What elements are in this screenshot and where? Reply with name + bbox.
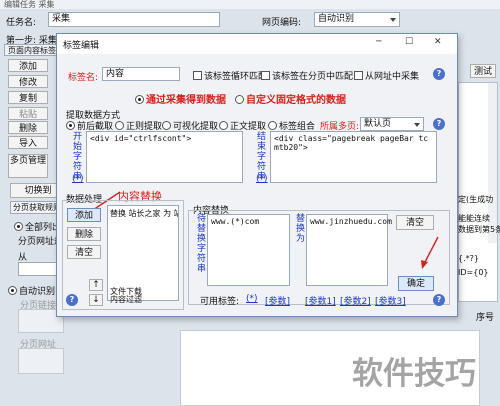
bg-titlebar xyxy=(0,0,500,9)
tag-param3[interactable]: [参数3] xyxy=(375,294,406,307)
available-tags-label: 可用标签: xyxy=(200,297,240,307)
encoding-select[interactable]: 自动识别 xyxy=(314,12,400,27)
task-name-input[interactable]: 采集 xyxy=(48,12,220,27)
side-button-paste[interactable]: 粘贴 xyxy=(8,107,48,120)
watermark: 软件技巧 xyxy=(352,356,476,392)
dp-list-item-filter[interactable]: 内容过滤 xyxy=(110,294,142,305)
dialog-titlebar xyxy=(57,34,457,54)
right-text-5: ID={0} xyxy=(458,268,489,277)
dp-list-item-1[interactable]: 替换 站长之家 为 站 xyxy=(110,208,178,219)
help-icon-4[interactable]: ? xyxy=(433,294,445,306)
move-down-button[interactable]: ↓ xyxy=(89,294,103,306)
move-up-button[interactable]: ↑ xyxy=(89,279,103,291)
col-header: 序号 xyxy=(476,313,495,323)
maximize-button[interactable]: ☐ xyxy=(405,37,413,47)
find-string-input[interactable]: www.(*)com xyxy=(207,214,290,286)
side-button-copy[interactable]: 复制 xyxy=(8,91,48,104)
dialog-title: 标签编辑 xyxy=(63,41,100,51)
arrow-annotation-right xyxy=(421,236,439,269)
start-string-input[interactable]: <div id="ctrlfscont"> xyxy=(86,131,243,183)
dp-delete-button[interactable]: 删除 xyxy=(67,227,101,241)
help-icon-2[interactable]: ? xyxy=(433,118,445,130)
end-string-input[interactable]: <div class="pagebreak pageBar tc mtb20"> xyxy=(270,131,437,183)
page-select[interactable]: 默认页 xyxy=(360,117,424,131)
mode-custom-radio[interactable]: 自定义固定格式的数据 xyxy=(235,91,346,106)
tag-name-label: 标签名: xyxy=(68,73,99,83)
ok-button[interactable]: 确定 xyxy=(398,276,434,291)
help-icon-3[interactable]: ? xyxy=(66,294,78,306)
side-button-edit[interactable]: 修改 xyxy=(8,75,48,88)
side-button-delete[interactable]: 删除 xyxy=(8,121,48,134)
test-button[interactable]: 测试 xyxy=(470,64,496,78)
checkbox-page[interactable]: 该标签在分页中匹配 xyxy=(261,69,353,82)
radio-auto[interactable]: 自动识别 xyxy=(8,284,55,297)
replace-with-label: 替换为 xyxy=(295,214,305,244)
minimize-button[interactable]: ─ xyxy=(376,37,381,47)
page-url2-box[interactable] xyxy=(18,348,64,374)
tag-wildcard[interactable]: (*) xyxy=(246,294,258,304)
close-button[interactable]: ✕ xyxy=(434,37,442,47)
dp-clear-button[interactable]: 清空 xyxy=(67,245,101,259)
tag-param2[interactable]: [参数2] xyxy=(340,294,371,307)
find-string-label: 待替换字符串 xyxy=(196,214,206,274)
task-name-label: 任务名: xyxy=(6,18,37,28)
checkbox-url[interactable]: 从网址中采集 xyxy=(354,69,419,82)
right-text-1: 定(生成功 xyxy=(458,195,494,204)
bg-window-title: 编辑任务 采集 xyxy=(4,0,55,9)
mode-collect-radio[interactable]: 通过采集得到数据 xyxy=(135,91,226,106)
dp-add-button[interactable]: 添加 xyxy=(67,208,101,222)
clear-button[interactable]: 清空 xyxy=(396,215,434,230)
end-string-link[interactable]: (*) xyxy=(256,174,268,184)
tag-name-input[interactable]: 内容 xyxy=(102,67,180,81)
right-text-4: {.*?} xyxy=(458,254,479,263)
radio-all[interactable]: 全部列出 xyxy=(14,220,61,233)
tag-param1[interactable]: [参数1] xyxy=(305,294,336,307)
help-icon[interactable]: ? xyxy=(433,68,445,80)
checkbox-loop[interactable]: 该标签循环匹配 xyxy=(193,69,267,82)
right-text-2: 能能连续 xyxy=(458,214,490,223)
tag-param[interactable]: [参数] xyxy=(265,294,290,307)
encoding-label: 网页编码: xyxy=(262,18,302,28)
side-button-multipage[interactable]: 多页管理 xyxy=(8,154,48,178)
right-text-3: 数据到第5条 xyxy=(458,225,500,234)
replace-with-input[interactable]: www.jinzhuedu.com xyxy=(306,214,392,286)
start-string-link[interactable]: (*) xyxy=(72,174,84,184)
rules-tab[interactable]: 页面内容标签 xyxy=(8,45,56,56)
side-button-import[interactable]: 导入 xyxy=(8,136,48,149)
side-button-add[interactable]: 添加 xyxy=(8,59,48,72)
